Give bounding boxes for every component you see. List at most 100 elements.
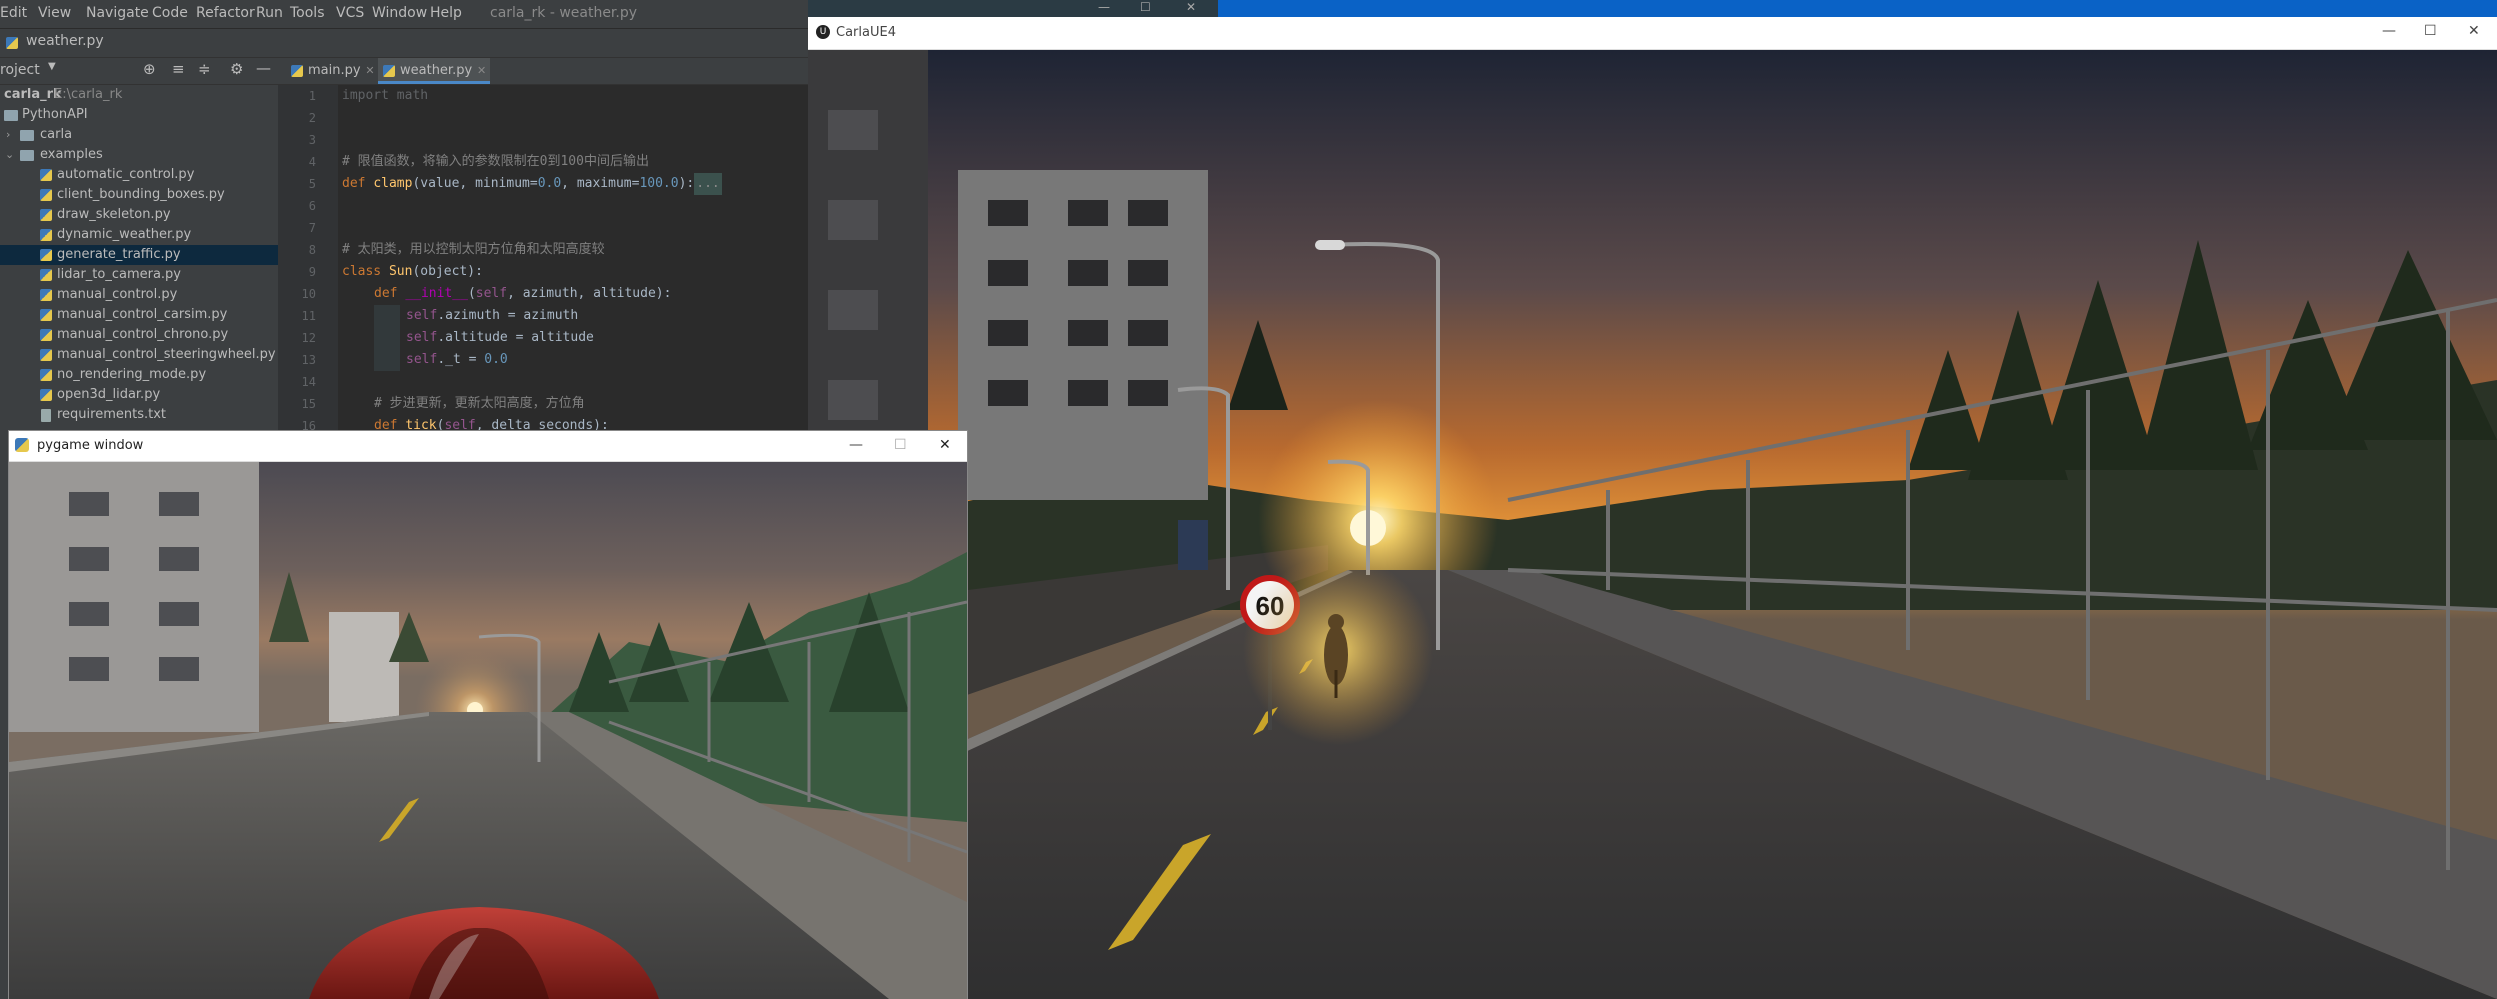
code-line: self._t = 0.0: [406, 352, 508, 367]
breadcrumb-file[interactable]: weather.py: [26, 33, 104, 49]
menu-vcs[interactable]: VCS: [336, 5, 364, 21]
close-icon[interactable]: ✕: [1186, 0, 1196, 14]
menu-run[interactable]: Run: [256, 5, 283, 21]
close-icon[interactable]: ✕: [477, 58, 486, 84]
code-line: self.altitude = altitude: [406, 330, 594, 345]
simulation-viewport[interactable]: 60: [808, 50, 2497, 999]
line-number: 11: [301, 309, 316, 323]
pygame-window: pygame window — ☐ ✕: [8, 430, 968, 999]
chevron-down-icon[interactable]: ⌄: [5, 145, 14, 165]
chevron-right-icon[interactable]: ›: [6, 125, 10, 145]
code-line: def __init__(self, azimuth, altitude):: [374, 286, 672, 301]
code-editor[interactable]: import math # 限值函数，将输入的参数限制在0到100中间后输出 d…: [340, 85, 808, 435]
tree-item[interactable]: manual_control_chrono.py: [0, 325, 278, 345]
maximize-icon[interactable]: ☐: [894, 437, 907, 453]
close-icon[interactable]: ✕: [365, 58, 374, 84]
menu-help[interactable]: Help: [430, 5, 462, 21]
window-titlebar: pygame window — ☐ ✕: [9, 431, 967, 462]
folder-icon: [20, 150, 34, 161]
tree-item[interactable]: no_rendering_mode.py: [0, 365, 278, 385]
tree-item[interactable]: automatic_control.py: [0, 165, 278, 185]
menu-window[interactable]: Window: [372, 5, 427, 21]
editor-tabs: main.py ✕ weather.py ✕: [278, 58, 808, 85]
window-titlebar: U CarlaUE4 — ☐ ✕: [808, 17, 2497, 50]
collapse-all-icon[interactable]: ≑: [198, 60, 211, 78]
tree-item[interactable]: requirements.txt: [0, 405, 278, 425]
minimize-icon[interactable]: —: [2382, 23, 2396, 39]
line-number: 7: [308, 221, 316, 235]
line-number: 1: [308, 89, 316, 103]
menu-navigate[interactable]: Navigate: [86, 5, 149, 21]
tree-item-label: open3d_lidar.py: [57, 387, 161, 402]
menu-view[interactable]: View: [38, 5, 71, 21]
hide-panel-icon[interactable]: —: [256, 59, 271, 77]
line-number-gutter: 1 2 3 4 5 6 7 8 9 10 11 12 13 14 15 16 1…: [278, 85, 338, 455]
text-file-icon: [41, 409, 51, 422]
line-number: 3: [308, 133, 316, 147]
project-view-label[interactable]: roject: [0, 62, 40, 78]
menu-tools[interactable]: Tools: [290, 5, 325, 21]
python-file-icon: [40, 229, 52, 241]
tree-item-label: examples: [40, 147, 103, 162]
tree-item-selected[interactable]: generate_traffic.py: [0, 245, 278, 265]
python-file-icon: [40, 349, 52, 361]
line-number: 9: [308, 265, 316, 279]
code-comment: # 步进更新，更新太阳高度，方位角: [374, 396, 585, 411]
tree-item-label: generate_traffic.py: [57, 247, 181, 262]
python-file-icon: [40, 269, 52, 281]
tree-item[interactable]: › carla: [0, 125, 278, 145]
gear-icon[interactable]: ⚙: [230, 60, 243, 78]
tree-item[interactable]: PythonAPI: [0, 105, 278, 125]
tree-item[interactable]: client_bounding_boxes.py: [0, 185, 278, 205]
unreal-logo-icon: U: [816, 25, 830, 39]
folded-code-marker[interactable]: ...: [694, 173, 722, 195]
window-title: pygame window: [37, 438, 144, 453]
tree-item[interactable]: draw_skeleton.py: [0, 205, 278, 225]
tree-root[interactable]: carla_rk E:\carla_rk: [0, 85, 278, 105]
code-line: class Sun(object):: [342, 264, 483, 279]
menu-code[interactable]: Code: [152, 5, 188, 21]
line-number: 5: [308, 177, 316, 191]
tree-item[interactable]: manual_control.py: [0, 285, 278, 305]
ide-left-edge: [0, 435, 8, 999]
ide-window-title: carla_rk - weather.py: [490, 5, 638, 21]
line-number: 4: [308, 155, 316, 169]
python-file-icon: [40, 209, 52, 221]
tab-label: main.py: [308, 63, 361, 78]
python-file-icon: [40, 309, 52, 321]
line-number: 2: [308, 111, 316, 125]
indent-guide-highlight: [374, 305, 400, 371]
tree-item[interactable]: manual_control_steeringwheel.py: [0, 345, 278, 365]
expand-all-icon[interactable]: ≡: [172, 60, 185, 78]
tree-item-label: manual_control.py: [57, 287, 178, 302]
tree-item[interactable]: manual_control_carsim.py: [0, 305, 278, 325]
tree-item[interactable]: ⌄ examples: [0, 145, 278, 165]
menu-edit[interactable]: Edit: [0, 5, 27, 21]
tree-item[interactable]: lidar_to_camera.py: [0, 265, 278, 285]
minimize-icon[interactable]: —: [849, 437, 863, 453]
tab-main-py[interactable]: main.py ✕: [286, 58, 379, 84]
camera-view[interactable]: [9, 462, 967, 999]
target-icon[interactable]: ⊕: [143, 60, 156, 78]
python-file-icon: [40, 249, 52, 261]
maximize-icon[interactable]: ☐: [1140, 0, 1151, 14]
tab-weather-py[interactable]: weather.py ✕: [378, 58, 491, 84]
navigation-bar: weather.py: [0, 28, 808, 58]
tree-item-label: manual_control_carsim.py: [57, 307, 228, 322]
tree-root-path: E:\carla_rk: [54, 87, 123, 102]
tree-item-label: draw_skeleton.py: [57, 207, 171, 222]
code-comment: # 太阳类，用以控制太阳方位角和太阳高度较: [342, 242, 605, 257]
close-icon[interactable]: ✕: [939, 437, 951, 453]
menu-refactor[interactable]: Refactor: [196, 5, 255, 21]
tree-item[interactable]: open3d_lidar.py: [0, 385, 278, 405]
chevron-down-icon[interactable]: ▼: [48, 61, 56, 72]
close-icon[interactable]: ✕: [2468, 23, 2480, 39]
line-number: 15: [301, 397, 316, 411]
maximize-icon[interactable]: ☐: [2424, 23, 2437, 39]
tree-item-label: requirements.txt: [57, 407, 167, 422]
tab-label: weather.py: [400, 63, 473, 78]
tree-item[interactable]: dynamic_weather.py: [0, 225, 278, 245]
code-line: def clamp(value, minimum=0.0, maximum=10…: [342, 173, 722, 195]
line-number: 6: [308, 199, 316, 213]
minimize-icon[interactable]: —: [1098, 0, 1110, 14]
